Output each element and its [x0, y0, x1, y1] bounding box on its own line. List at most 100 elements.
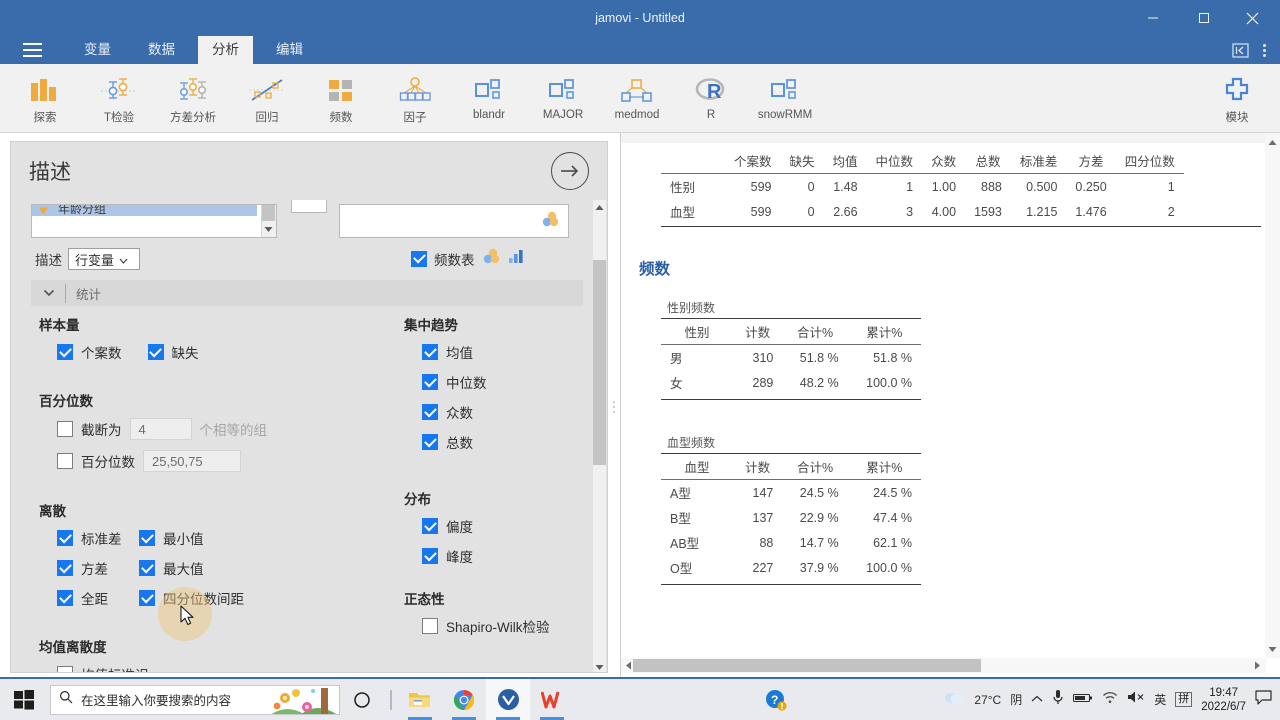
frequency-tables-checkbox[interactable] [411, 250, 427, 267]
hide-options-button[interactable] [551, 152, 589, 190]
chrome-icon[interactable] [442, 679, 486, 720]
ribbon-button-snowrmm[interactable]: snowRMM [748, 67, 822, 131]
volume-muted-icon[interactable] [1127, 690, 1145, 709]
checkbox-row-maximum[interactable]: 最大值 [139, 558, 204, 578]
weather-icon[interactable] [943, 689, 965, 710]
maximize-button[interactable] [1181, 0, 1227, 36]
ribbon-button-medmod[interactable]: medmod [600, 67, 674, 131]
more-options-icon[interactable] [1256, 40, 1272, 60]
ribbon-button-ttest[interactable]: T检验 [82, 67, 156, 131]
scroll-up-icon[interactable] [593, 200, 606, 214]
scroll-down-icon[interactable] [263, 224, 274, 235]
range-checkbox[interactable] [57, 590, 73, 606]
cut-points-checkbox[interactable] [57, 421, 73, 437]
checkbox-row-minimum[interactable]: 最小值 [139, 528, 204, 548]
variable-supplier-list[interactable]: 年龄分组 [31, 204, 277, 238]
weather-description[interactable]: 阴 [1010, 691, 1022, 708]
mean-checkbox[interactable] [422, 344, 438, 360]
taskbar-clock[interactable]: 19:47 2022/6/7 [1201, 686, 1246, 714]
checkbox-row-shapiro-wilk[interactable]: Shapiro-Wilk检验 [404, 616, 594, 636]
help-notification-icon[interactable]: ? [754, 679, 798, 720]
checkbox-row-variance[interactable]: 方差 [57, 558, 131, 578]
iqr-checkbox[interactable] [139, 590, 155, 606]
missing-checkbox[interactable] [147, 344, 164, 360]
variable-list-item-selected[interactable]: 年龄分组 [32, 205, 257, 216]
panel-splitter[interactable] [608, 141, 620, 673]
scrollbar-thumb[interactable] [262, 205, 275, 221]
ribbon-button-explore[interactable]: 探索 [8, 67, 82, 131]
mode-checkbox[interactable] [422, 404, 438, 420]
scrollbar-thumb[interactable] [593, 260, 606, 465]
kurtosis-checkbox[interactable] [422, 548, 438, 564]
search-input[interactable]: 在这里输入你要搜索的内容 [50, 684, 340, 715]
statistics-collapse-header[interactable]: 统计 [31, 280, 583, 306]
results-horizontal-scrollbar[interactable] [621, 658, 1266, 673]
checkbox-row-mean[interactable]: 均值 [404, 342, 594, 362]
close-button[interactable] [1229, 0, 1275, 36]
minimum-checkbox[interactable] [139, 530, 155, 546]
options-vertical-scrollbar[interactable] [593, 200, 606, 672]
scroll-up-icon[interactable] [1265, 135, 1280, 149]
scroll-down-icon[interactable] [1265, 642, 1280, 656]
results-vertical-scrollbar[interactable] [1265, 133, 1280, 658]
variables-target-box[interactable] [339, 204, 569, 238]
variable-list-scrollbar[interactable] [261, 205, 276, 237]
collapse-results-icon[interactable] [1230, 40, 1250, 60]
wifi-icon[interactable] [1102, 691, 1118, 709]
cortana-circle-icon[interactable] [340, 679, 384, 720]
sd-checkbox[interactable] [57, 530, 73, 546]
scrollbar-thumb[interactable] [633, 659, 981, 672]
ribbon-button-anova[interactable]: 方差分析 [156, 67, 230, 131]
ribbon-button-r[interactable]: R R [674, 67, 748, 131]
median-checkbox[interactable] [422, 374, 438, 390]
sum-checkbox[interactable] [422, 434, 438, 450]
wps-office-icon[interactable] [530, 679, 574, 720]
ribbon-button-major[interactable]: MAJOR [526, 67, 600, 131]
start-button[interactable] [0, 679, 48, 720]
tab-data[interactable]: 数据 [134, 36, 189, 64]
scroll-down-icon[interactable] [593, 660, 606, 672]
percentile-values-input[interactable]: 25,50,75 [143, 450, 241, 472]
ime-language-indicator[interactable]: 英 [1154, 691, 1166, 708]
checkbox-row-range[interactable]: 全距 [57, 588, 131, 608]
checkbox-row-sum[interactable]: 总数 [404, 432, 594, 452]
ime-mode-indicator[interactable]: 拼 [1175, 692, 1193, 707]
action-center-icon[interactable] [1255, 689, 1272, 710]
file-explorer-icon[interactable] [398, 679, 442, 720]
scroll-right-icon[interactable] [1250, 658, 1264, 673]
n-checkbox[interactable] [57, 344, 73, 360]
ribbon-button-factor[interactable]: 因子 [378, 67, 452, 131]
tab-edit[interactable]: 编辑 [262, 36, 317, 64]
jamovi-taskbar-icon[interactable] [486, 679, 530, 720]
battery-icon[interactable] [1073, 691, 1093, 709]
tab-variables[interactable]: 变量 [70, 36, 125, 64]
ribbon-button-blandr[interactable]: blandr [452, 67, 526, 131]
checkbox-row-n[interactable]: 个案数 [57, 342, 122, 362]
describe-select[interactable]: 行变量 [68, 248, 140, 270]
checkbox-row-median[interactable]: 中位数 [404, 372, 594, 392]
microphone-icon[interactable] [1052, 689, 1064, 710]
frequency-tables-row[interactable]: 频数表 [411, 248, 524, 269]
ribbon-button-frequencies[interactable]: 频数 [304, 67, 378, 131]
percentile-values-checkbox[interactable] [57, 453, 73, 469]
tab-analyses[interactable]: 分析 [198, 36, 253, 64]
cut-points-input[interactable]: 4 [129, 418, 192, 440]
checkbox-row-sd[interactable]: 标准差 [57, 528, 131, 548]
weather-temperature[interactable]: 27°C [974, 693, 1001, 707]
ribbon-button-modules[interactable]: 模块 [1200, 67, 1274, 131]
variance-checkbox[interactable] [57, 560, 73, 576]
shapiro-wilk-checkbox[interactable] [422, 618, 438, 634]
se-mean-checkbox[interactable] [57, 666, 73, 672]
checkbox-row-missing[interactable]: 缺失 [147, 342, 199, 362]
menu-hamburger-icon[interactable] [18, 36, 46, 64]
checkbox-row-skewness[interactable]: 偏度 [404, 516, 594, 536]
checkbox-row-kurtosis[interactable]: 峰度 [404, 546, 594, 566]
assign-variable-button[interactable] [291, 200, 327, 213]
ribbon-button-regression[interactable]: 回归 [230, 67, 304, 131]
minimize-button[interactable] [1130, 0, 1176, 36]
show-hidden-icons-chevron-up-icon[interactable] [1031, 691, 1043, 709]
maximum-checkbox[interactable] [139, 560, 155, 576]
checkbox-row-se-mean[interactable]: 均值标准误 [57, 664, 149, 672]
checkbox-row-mode[interactable]: 众数 [404, 402, 594, 422]
skewness-checkbox[interactable] [422, 518, 438, 534]
